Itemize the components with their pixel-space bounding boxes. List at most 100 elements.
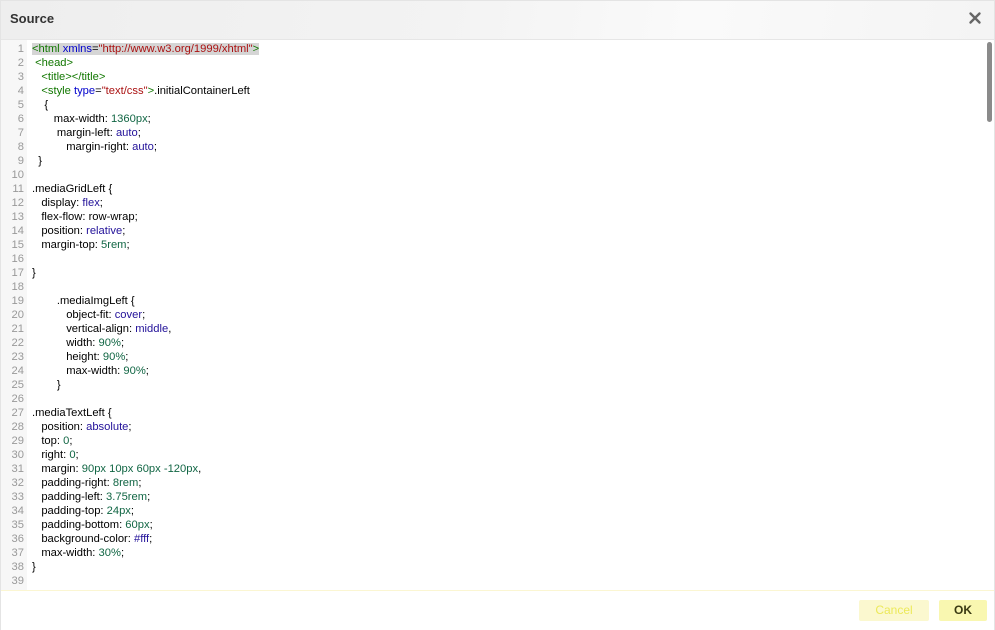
code-line[interactable]: 31 margin: 90px 10px 60px -120px, (1, 462, 981, 476)
code-line[interactable]: 12 display: flex; (1, 196, 981, 210)
code-line[interactable]: 10 (1, 168, 981, 182)
code-token: middle (135, 323, 169, 335)
code-text: padding-left: 3.75rem; (32, 490, 150, 504)
cancel-button[interactable]: Cancel (859, 600, 929, 621)
line-number: 6 (17, 113, 24, 125)
line-number: 25 (11, 379, 24, 391)
code-line[interactable]: 30 right: 0; (1, 448, 981, 462)
dialog-titlebar[interactable]: Source (1, 1, 994, 40)
code-token: "http://www.w3.org/1999/xhtml" (98, 43, 253, 55)
code-line[interactable]: 7 margin-left: auto; (1, 126, 981, 140)
code-text: margin-left: auto; (32, 126, 141, 140)
line-number: 7 (17, 127, 24, 139)
code-text: } (32, 560, 36, 574)
code-token: .mediaImgLeft { (32, 295, 135, 307)
line-number: 9 (17, 155, 24, 167)
ok-button[interactable]: OK (939, 600, 987, 621)
code-token: height: (32, 351, 103, 363)
line-number: 22 (11, 337, 24, 349)
code-token: ; (120, 337, 125, 349)
line-number: 14 (11, 225, 24, 237)
code-token: margin: (32, 463, 82, 475)
code-text: { (32, 98, 48, 112)
code-line[interactable]: 9 } (1, 154, 981, 168)
code-text: max-width: 1360px; (32, 112, 151, 126)
code-area[interactable]: 1 <html xmlns="http://www.w3.org/1999/xht… (1, 42, 981, 588)
line-number: 13 (11, 211, 24, 223)
code-token: <title></title> (41, 71, 106, 83)
code-line[interactable]: 13 flex-flow: row-wrap; (1, 210, 981, 224)
code-line[interactable]: 35 padding-bottom: 60px; (1, 518, 981, 532)
code-line[interactable]: 25 } (1, 378, 981, 392)
code-line[interactable]: 37 max-width: 30%; (1, 546, 981, 560)
code-line[interactable]: 11 .mediaGridLeft { (1, 182, 981, 196)
code-line[interactable]: 39 (1, 574, 981, 588)
code-text: background-color: #fff; (32, 532, 152, 546)
code-text: max-width: 90%; (32, 364, 149, 378)
code-line[interactable]: 3 <title></title> (1, 70, 981, 84)
code-line[interactable]: 14 position: relative; (1, 224, 981, 238)
code-line[interactable]: 17} (1, 266, 981, 280)
code-token: ; (128, 421, 132, 433)
code-token: <html (32, 43, 60, 55)
code-line[interactable]: 32 padding-right: 8rem; (1, 476, 981, 490)
code-line[interactable]: 34 padding-top: 24px; (1, 504, 981, 518)
code-line[interactable]: 4 <style type="text/css">.initialContain… (1, 84, 981, 98)
line-number: 24 (11, 365, 24, 377)
code-line[interactable]: 27 .mediaTextLeft { (1, 406, 981, 420)
code-token: flex (82, 197, 100, 209)
line-number: 3 (17, 71, 24, 83)
line-number: 12 (11, 197, 24, 209)
code-token: ; (120, 547, 125, 559)
close-icon[interactable] (966, 9, 984, 27)
code-line[interactable]: 8 margin-right: auto; (1, 140, 981, 154)
code-line[interactable]: 16 (1, 252, 981, 266)
code-line[interactable]: 20 object-fit: cover; (1, 308, 981, 322)
code-token: "text/css" (101, 85, 148, 97)
code-token: ; (125, 351, 129, 363)
scrollbar-thumb[interactable] (987, 42, 992, 122)
code-line[interactable]: 5 { (1, 98, 981, 112)
code-token: right: (32, 449, 70, 461)
code-line[interactable]: 21 vertical-align: middle, (1, 322, 981, 336)
code-token: 24px (106, 505, 131, 517)
line-number: 31 (11, 463, 24, 475)
code-line[interactable]: 22 width: 90%; (1, 336, 981, 350)
line-number: 29 (11, 435, 24, 447)
code-line[interactable]: 19 .mediaImgLeft { (1, 294, 981, 308)
code-text: max-width: 30%; (32, 546, 124, 560)
code-line[interactable]: 26 (1, 392, 981, 406)
code-text: padding-bottom: 60px; (32, 518, 152, 532)
code-line[interactable]: 28 position: absolute; (1, 420, 981, 434)
code-text: <head> (32, 56, 73, 70)
code-line[interactable]: 6 max-width: 1360px; (1, 112, 981, 126)
code-token: ; (126, 239, 130, 251)
code-text: .mediaGridLeft { (32, 182, 112, 196)
code-text: right: 0; (32, 448, 78, 462)
code-line[interactable]: 24 max-width: 90%; (1, 364, 981, 378)
code-token: <style (41, 85, 71, 97)
code-token: margin-right: (32, 141, 133, 153)
code-line[interactable]: 18 (1, 280, 981, 294)
code-token: } (32, 379, 61, 391)
code-line[interactable]: 29 top: 0; (1, 434, 981, 448)
source-code-editor[interactable]: 1 <html xmlns="http://www.w3.org/1999/xht… (1, 40, 994, 590)
code-line[interactable]: 2 <head> (1, 56, 981, 70)
code-line[interactable]: 1 <html xmlns="http://www.w3.org/1999/xht… (1, 42, 981, 56)
code-token: flex-flow: row-wrap; (32, 211, 138, 223)
code-line[interactable]: 38} (1, 560, 981, 574)
line-number: 15 (11, 239, 24, 251)
code-token: margin-left: (32, 127, 116, 139)
code-line[interactable]: 23 height: 90%; (1, 350, 981, 364)
code-line[interactable]: 33 padding-left: 3.75rem; (1, 490, 981, 504)
line-number: 2 (17, 57, 24, 69)
code-line[interactable]: 15 margin-top: 5rem; (1, 238, 981, 252)
source-dialog: Source 1 <html xmlns="http://www.w3.org/1… (0, 0, 995, 630)
code-token: xmlns (62, 43, 92, 55)
code-token: ; (145, 365, 149, 377)
code-token: relative (86, 225, 123, 237)
line-number: 34 (11, 505, 24, 517)
code-line[interactable]: 36 background-color: #fff; (1, 532, 981, 546)
vertical-scrollbar[interactable] (984, 40, 994, 590)
